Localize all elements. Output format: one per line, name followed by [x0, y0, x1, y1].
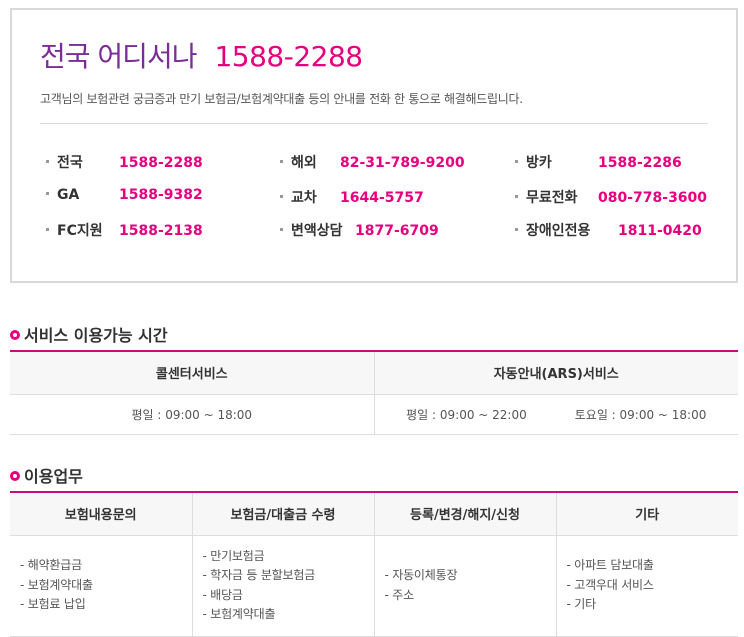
etc-cell: - 아파트 담보대출 - 고객우대 서비스 - 기타 — [556, 535, 739, 637]
header-etc: 기타 — [556, 493, 738, 536]
ars-saturday-hours: 토요일 : 09:00 ~ 18:00 — [574, 407, 707, 422]
list-item: - 기타 — [566, 597, 597, 612]
phone-label: 무료전화 — [526, 190, 578, 206]
work-section-title: 이용업무 — [10, 463, 83, 487]
phone-label: 장애인전용 — [526, 223, 591, 239]
phone-number[interactable]: 1811-0420 — [618, 223, 702, 239]
table-header-row: 보험내용문의 보험금/대출금 수령 등록/변경/해지/신청 기타 — [10, 493, 738, 536]
list-item: - 보험계약대출 — [202, 607, 276, 621]
table-row: - 해약환급금 - 보험계약대출 - 보험료 납입 - 만기보험금 - 학자금 … — [10, 535, 739, 637]
hours-table: 콜센터서비스 자동안내(ARS)서비스 평일 : 09:00 ~ 18:00 평… — [10, 352, 738, 435]
bullet-icon — [515, 227, 518, 231]
header-registration: 등록/변경/해지/신청 — [374, 493, 557, 536]
phone-number[interactable]: 1588-2288 — [119, 155, 203, 171]
list-item: - 주소 — [384, 587, 415, 602]
bullet-icon — [46, 191, 49, 195]
phone-label: FC지원 — [57, 223, 103, 239]
phone-number[interactable]: 1588-2138 — [119, 223, 203, 239]
table-row: 평일 : 09:00 ~ 18:00 평일 : 09:00 ~ 22:00 토요일… — [10, 394, 738, 435]
registration-list: - 자동이체통장 - 주소 — [385, 566, 556, 605]
bullet-icon — [280, 159, 283, 163]
list-item: - 자동이체통장 — [384, 568, 458, 582]
phone-label: 해외 — [291, 155, 317, 171]
phone-list: 전국 1588-2288 해외 82-31-789-9200 방카 1588-2286… — [12, 150, 740, 260]
main-phone-number[interactable]: 1588-2288 — [214, 40, 363, 73]
bullet-icon — [280, 227, 283, 231]
circle-bullet-icon — [10, 470, 20, 481]
phone-item-cross: 교차 1644-5757 — [280, 187, 424, 207]
ars-hours: 평일 : 09:00 ~ 22:00 토요일 : 09:00 ~ 18:00 — [374, 394, 738, 435]
divider — [40, 123, 708, 124]
phone-number[interactable]: 82-31-789-9200 — [340, 155, 465, 171]
phone-item-fc-support: FC지원 1588-2138 — [46, 220, 203, 240]
phone-label: 전국 — [57, 155, 83, 171]
phone-label: 교차 — [291, 190, 317, 206]
hours-section-title: 서비스 이용가능 시간 — [10, 322, 168, 346]
header-payout: 보험금/대출금 수령 — [192, 493, 375, 536]
table-header-row: 콜센터서비스 자동안내(ARS)서비스 — [10, 352, 738, 395]
hours-title-text: 서비스 이용가능 시간 — [24, 326, 168, 345]
payout-list: - 만기보험금 - 학자금 등 분할보험금 - 배당금 - 보험계약대출 — [203, 547, 374, 625]
phone-item-overseas: 해외 82-31-789-9200 — [280, 152, 465, 172]
list-item: - 배당금 — [202, 587, 243, 602]
list-item: - 보험계약대출 — [20, 577, 93, 592]
callcenter-hours: 평일 : 09:00 ~ 18:00 — [10, 394, 375, 435]
ars-weekday-hours: 평일 : 09:00 ~ 22:00 — [406, 407, 527, 422]
phone-item-bancassurance: 방카 1588-2286 — [515, 152, 682, 172]
bullet-icon — [515, 194, 518, 198]
contact-box: 전국 어디서나 1588-2288 고객님의 보험관련 궁금증과 만기 보험금/보… — [10, 8, 738, 283]
phone-item-ga: GA 1588-9382 — [46, 187, 203, 203]
phone-item-tollfree: 무료전화 080-778-3600 — [515, 187, 707, 207]
circle-bullet-icon — [10, 329, 20, 340]
bullet-icon — [46, 227, 49, 231]
header-ars: 자동안내(ARS)서비스 — [374, 352, 738, 395]
etc-list: - 아파트 담보대출 - 고객우대 서비스 - 기타 — [567, 556, 739, 615]
phone-label: GA — [57, 187, 80, 203]
list-item: - 만기보험금 — [202, 548, 265, 563]
phone-number[interactable]: 1588-2286 — [598, 155, 682, 171]
phone-number[interactable]: 1588-9382 — [119, 187, 203, 203]
contact-description: 고객님의 보험관련 궁금증과 만기 보험금/보험계약대출 등의 안내를 전화 한… — [40, 92, 523, 106]
registration-cell: - 자동이체통장 - 주소 — [374, 535, 557, 637]
list-item: - 보험료 납입 — [20, 597, 86, 612]
work-title-text: 이용업무 — [24, 467, 83, 486]
contact-title: 전국 어디서나 1588-2288 — [40, 35, 363, 75]
header-inquiry: 보험내용문의 — [10, 493, 193, 536]
bullet-icon — [515, 159, 518, 163]
header-callcenter: 콜센터서비스 — [10, 352, 375, 395]
inquiry-list: - 해약환급금 - 보험계약대출 - 보험료 납입 — [20, 556, 192, 615]
phone-label: 방카 — [526, 155, 552, 171]
inquiry-cell: - 해약환급금 - 보험계약대출 - 보험료 납입 — [10, 535, 193, 637]
phone-item-disabled: 장애인전용 1811-0420 — [515, 220, 702, 240]
payout-cell: - 만기보험금 - 학자금 등 분할보험금 - 배당금 - 보험계약대출 — [192, 535, 375, 637]
list-item: - 고객우대 서비스 — [566, 577, 654, 592]
phone-number[interactable]: 1877-6709 — [355, 223, 439, 239]
phone-item-national: 전국 1588-2288 — [46, 152, 203, 172]
title-text: 전국 어디서나 — [40, 40, 197, 73]
phone-number[interactable]: 1644-5757 — [340, 190, 424, 206]
list-item: - 아파트 담보대출 — [566, 558, 654, 573]
bullet-icon — [280, 194, 283, 198]
bullet-icon — [46, 159, 49, 163]
phone-number[interactable]: 080-778-3600 — [598, 190, 707, 206]
phone-item-variable: 변액상담 1877-6709 — [280, 220, 439, 240]
list-item: - 학자금 등 분할보험금 — [202, 568, 316, 582]
list-item: - 해약환급금 — [20, 558, 82, 573]
work-table: 보험내용문의 보험금/대출금 수령 등록/변경/해지/신청 기타 - 해약환급금… — [10, 493, 738, 637]
phone-label: 변액상담 — [291, 223, 343, 239]
